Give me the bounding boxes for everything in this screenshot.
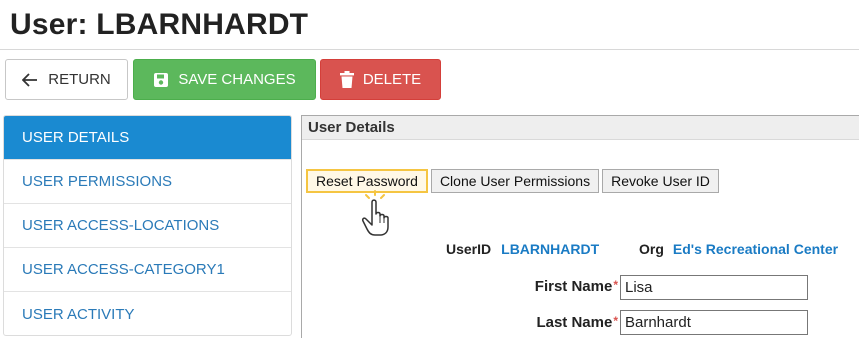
userid-row: UserID LBARNHARDT: [446, 239, 599, 259]
return-button-label: RETURN: [48, 71, 111, 88]
hand-pointer-icon: [358, 189, 398, 237]
trash-icon: [339, 71, 354, 88]
sidebar-item-label: USER ACCESS-LOCATIONS: [22, 217, 220, 234]
revoke-user-id-button[interactable]: Revoke User ID: [602, 169, 719, 193]
userid-label: UserID: [446, 241, 492, 257]
required-mark: *: [613, 278, 618, 292]
floppy-disk-icon: [153, 72, 169, 88]
sidebar-item-label: USER ACTIVITY: [22, 305, 135, 323]
required-mark: *: [613, 314, 618, 328]
clone-user-permissions-button[interactable]: Clone User Permissions: [430, 169, 600, 193]
last-name-field[interactable]: [620, 310, 808, 335]
save-changes-button[interactable]: SAVE CHANGES: [133, 59, 316, 100]
title-bar: User: LBARNHARDT: [0, 0, 859, 50]
last-name-label: Last Name*: [536, 314, 618, 331]
panel-header: User Details: [302, 116, 859, 140]
sidebar-item-user-permissions[interactable]: USER PERMISSIONS: [4, 160, 291, 204]
sidebar-item-label: USER DETAILS: [22, 129, 130, 146]
delete-button-label: DELETE: [362, 71, 422, 88]
sidebar-item-label: USER PERMISSIONS: [22, 173, 173, 190]
sidebar-item-user-access-locations[interactable]: USER ACCESS-LOCATIONS: [4, 204, 291, 248]
user-edit-page: User: LBARNHARDT RETURN SAVE CHANGES DEL…: [0, 0, 859, 338]
return-button[interactable]: RETURN: [5, 59, 128, 100]
first-name-label: First Name*: [534, 278, 618, 295]
delete-button[interactable]: DELETE: [320, 59, 441, 100]
sidebar-item-label: USER ACCESS-CATEGORY1: [22, 261, 225, 278]
org-link[interactable]: Ed's Recreational Center: [673, 241, 838, 257]
sidebar-item-user-activity[interactable]: USER ACTIVITY: [4, 292, 291, 335]
org-label: Org: [639, 241, 664, 257]
userid-value: LBARNHARDT: [501, 241, 600, 257]
sidebar-item-user-access-category1[interactable]: USER ACCESS-CATEGORY1: [4, 248, 291, 292]
sidebar-nav: USER DETAILS USER PERMISSIONS USER ACCES…: [3, 115, 292, 336]
first-name-field[interactable]: [620, 275, 808, 300]
arrow-left-icon: [22, 72, 38, 87]
sidebar-item-user-details[interactable]: USER DETAILS: [4, 116, 291, 160]
org-row: Org Ed's Recreational Center: [639, 239, 838, 259]
save-changes-label: SAVE CHANGES: [178, 71, 296, 88]
page-title: User: LBARNHARDT: [10, 8, 309, 41]
